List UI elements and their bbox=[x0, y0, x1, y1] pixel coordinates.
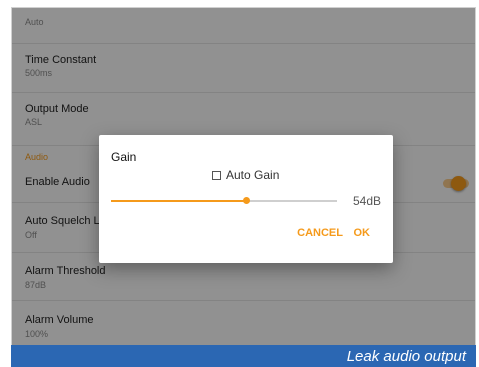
gain-slider[interactable] bbox=[111, 195, 337, 207]
gain-value: 54dB bbox=[352, 194, 381, 208]
dialog-title: Gain bbox=[111, 150, 137, 164]
gain-dialog: Gain Auto Gain 54dB CANCEL OK bbox=[99, 135, 393, 263]
cancel-button[interactable]: CANCEL bbox=[297, 227, 343, 239]
auto-gain-label: Auto Gain bbox=[226, 168, 280, 182]
slider-thumb[interactable] bbox=[243, 197, 251, 204]
checkbox-icon[interactable] bbox=[212, 170, 221, 180]
caption-text: Leak audio output bbox=[346, 347, 466, 365]
caption-bar: Leak audio output bbox=[11, 345, 476, 367]
slider-fill bbox=[111, 200, 247, 202]
ok-button[interactable]: OK bbox=[354, 227, 371, 239]
settings-screen: Auto Time Constant 500ms Output Mode ASL… bbox=[11, 7, 476, 348]
auto-gain-checkbox[interactable]: Auto Gain bbox=[212, 168, 279, 182]
